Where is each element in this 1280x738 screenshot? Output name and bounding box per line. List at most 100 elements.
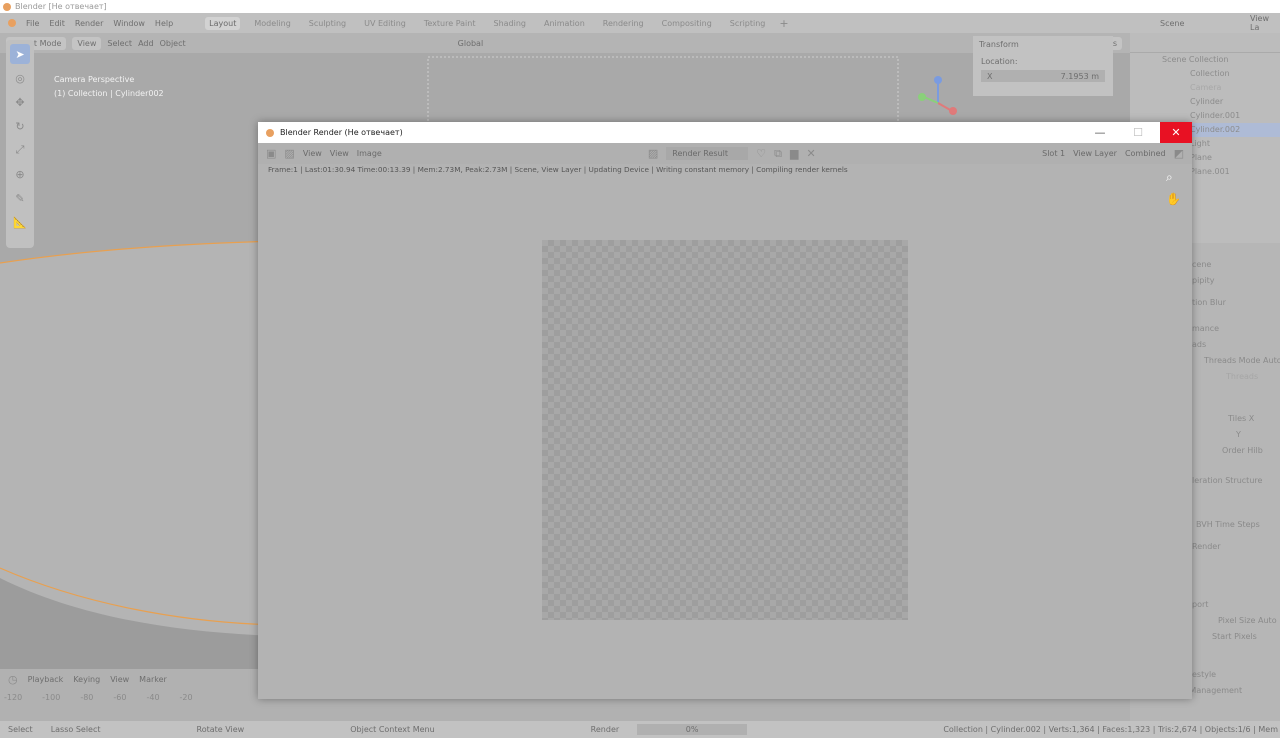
tab-rendering[interactable]: Rendering [599, 17, 648, 30]
tab-compositing[interactable]: Compositing [658, 17, 716, 30]
timeline-editor-icon[interactable]: ◷ [8, 673, 18, 686]
tab-sculpting[interactable]: Sculpting [305, 17, 350, 30]
orientation-selector[interactable]: Global [458, 39, 484, 48]
app-title: Blender [Не отвечает] [15, 2, 107, 11]
add-workspace-icon[interactable]: + [779, 17, 788, 30]
status-lasso-select: Lasso Select [50, 725, 101, 734]
location-x-field[interactable]: 7.1953 m [1061, 72, 1099, 81]
transform-tool-icon[interactable]: ⊕ [10, 164, 30, 184]
view-layer-selector[interactable]: View La [1250, 14, 1280, 32]
image-menu-image[interactable]: Image [357, 149, 382, 158]
tab-texture-paint[interactable]: Texture Paint [420, 17, 480, 30]
render-window[interactable]: Blender Render (Не отвечает) — ☐ ✕ ▣ ▨ V… [258, 122, 1192, 699]
prop-threads-count[interactable]: Threads [1192, 369, 1280, 385]
annotate-tool-icon[interactable]: ✎ [10, 188, 30, 208]
prop-tiles-x[interactable]: Tiles X [1192, 411, 1280, 427]
prop-threads-mode[interactable]: Threads Mode Auto [1192, 353, 1280, 369]
render-window-title-bar[interactable]: Blender Render (Не отвечает) — ☐ ✕ [258, 122, 1192, 143]
image-editor-header: ▣ ▨ View View Image ▨ Render Result ♡ ⧉ … [258, 143, 1192, 164]
viewport-header: Object Mode View Select Add Object Globa… [0, 33, 1130, 53]
prop-bvh-time-steps[interactable]: BVH Time Steps [1192, 517, 1280, 533]
display-channels-icon[interactable]: ◩ [1174, 147, 1184, 160]
outliner-scene-collection[interactable]: Scene Collection [1130, 53, 1280, 67]
scale-tool-icon[interactable]: ⤢ [10, 140, 30, 160]
tool-shelf: ➤ ◎ ✥ ↻ ⤢ ⊕ ✎ 📐 [6, 40, 34, 248]
tab-modeling[interactable]: Modeling [250, 17, 294, 30]
timeline-tick: -80 [80, 692, 94, 702]
prop-threads[interactable]: ads [1192, 337, 1280, 353]
location-label: Location: [981, 57, 1018, 66]
viewport-menu-object[interactable]: Object [160, 39, 186, 48]
view-layer-selector[interactable]: View Layer [1073, 149, 1117, 158]
maximize-icon[interactable]: ☐ [1122, 122, 1154, 143]
editor-type-icon[interactable]: ▣ [266, 147, 276, 160]
viewport-menu-view[interactable]: View [72, 36, 102, 50]
outliner-item-camera[interactable]: Camera [1130, 81, 1280, 95]
cursor-tool-icon[interactable]: ◎ [10, 68, 30, 88]
prop-order[interactable]: Order Hilb [1192, 443, 1280, 459]
prop-acceleration-structure[interactable]: leration Structure [1192, 473, 1280, 489]
menu-edit[interactable]: Edit [49, 19, 65, 28]
tab-scripting[interactable]: Scripting [726, 17, 770, 30]
minimize-icon[interactable]: — [1084, 122, 1116, 143]
prop-freestyle[interactable]: estyle [1192, 667, 1280, 683]
tab-animation[interactable]: Animation [540, 17, 589, 30]
status-render-job: Render [590, 725, 620, 734]
pan-hand-icon[interactable]: ✋ [1166, 192, 1181, 206]
outliner-header [1130, 33, 1280, 53]
new-image-icon[interactable]: ⧉ [774, 147, 782, 161]
timeline-menu-playback[interactable]: Playback [28, 675, 64, 684]
image-browse-icon[interactable]: ▨ [648, 147, 658, 160]
menu-help[interactable]: Help [155, 19, 173, 28]
prop-performance[interactable]: mance [1192, 321, 1280, 337]
scene-selector[interactable]: Scene [1160, 19, 1240, 28]
close-icon[interactable]: ✕ [1160, 122, 1192, 143]
view-mode-icon[interactable]: ▨ [284, 147, 294, 160]
fake-user-icon[interactable]: ♡ [756, 147, 766, 160]
outliner-item-cylinder[interactable]: Cylinder [1130, 95, 1280, 109]
prop-motion-blur[interactable]: tion Blur [1192, 295, 1280, 311]
top-bar: File Edit Render Window Help Layout Mode… [0, 13, 1280, 33]
image-menu-view-2[interactable]: View [330, 149, 349, 158]
rotate-tool-icon[interactable]: ↻ [10, 116, 30, 136]
prop-opacity[interactable]: pipity [1192, 273, 1280, 289]
tab-shading[interactable]: Shading [489, 17, 530, 30]
status-select: Select [8, 725, 33, 734]
select-tool-icon[interactable]: ➤ [10, 44, 30, 64]
menu-file[interactable]: File [26, 19, 39, 28]
move-tool-icon[interactable]: ✥ [10, 92, 30, 112]
outliner-item-cylinder-001[interactable]: Cylinder.001 [1130, 109, 1280, 123]
blender-menu-icon[interactable] [8, 19, 16, 27]
prop-pixel-size[interactable]: Pixel Size Auto [1192, 613, 1280, 629]
menu-window[interactable]: Window [113, 19, 145, 28]
tab-layout[interactable]: Layout [205, 16, 241, 30]
timeline-tick: -40 [146, 692, 160, 702]
timeline-menu-keying[interactable]: Keying [73, 675, 100, 684]
timeline-menu-marker[interactable]: Marker [139, 675, 167, 684]
prop-scene[interactable]: cene [1192, 257, 1280, 273]
app-title-bar: Blender [Не отвечает] [0, 0, 1280, 13]
transform-section-header[interactable]: Transform [973, 36, 1113, 53]
render-window-title: Blender Render (Не отвечает) [280, 128, 403, 137]
timeline-menu-view[interactable]: View [110, 675, 129, 684]
open-image-icon[interactable]: ▆ [790, 147, 798, 160]
prop-viewport[interactable]: port [1192, 597, 1280, 613]
menu-render[interactable]: Render [75, 19, 103, 28]
image-menu-view[interactable]: View [303, 149, 322, 158]
prop-final-render[interactable]: Render [1192, 539, 1280, 555]
navigation-gizmo[interactable] [912, 75, 968, 117]
image-name-field[interactable]: Render Result [666, 147, 749, 160]
zoom-icon[interactable]: ⌕ [1166, 170, 1173, 185]
viewport-menu-select[interactable]: Select [107, 39, 132, 48]
outliner-item-collection[interactable]: Collection [1130, 67, 1280, 81]
render-progress-bar: 0% [637, 724, 748, 735]
tab-uv-editing[interactable]: UV Editing [360, 17, 410, 30]
prop-tiles-y[interactable]: Y [1192, 427, 1280, 443]
prop-start-pixels[interactable]: Start Pixels [1192, 629, 1280, 645]
location-x-label: X [987, 71, 993, 81]
slot-selector[interactable]: Slot 1 [1042, 149, 1065, 158]
measure-tool-icon[interactable]: 📐 [10, 212, 30, 232]
pass-selector[interactable]: Combined [1125, 149, 1166, 158]
unlink-image-icon[interactable]: ✕ [806, 147, 815, 160]
viewport-menu-add[interactable]: Add [138, 39, 154, 48]
